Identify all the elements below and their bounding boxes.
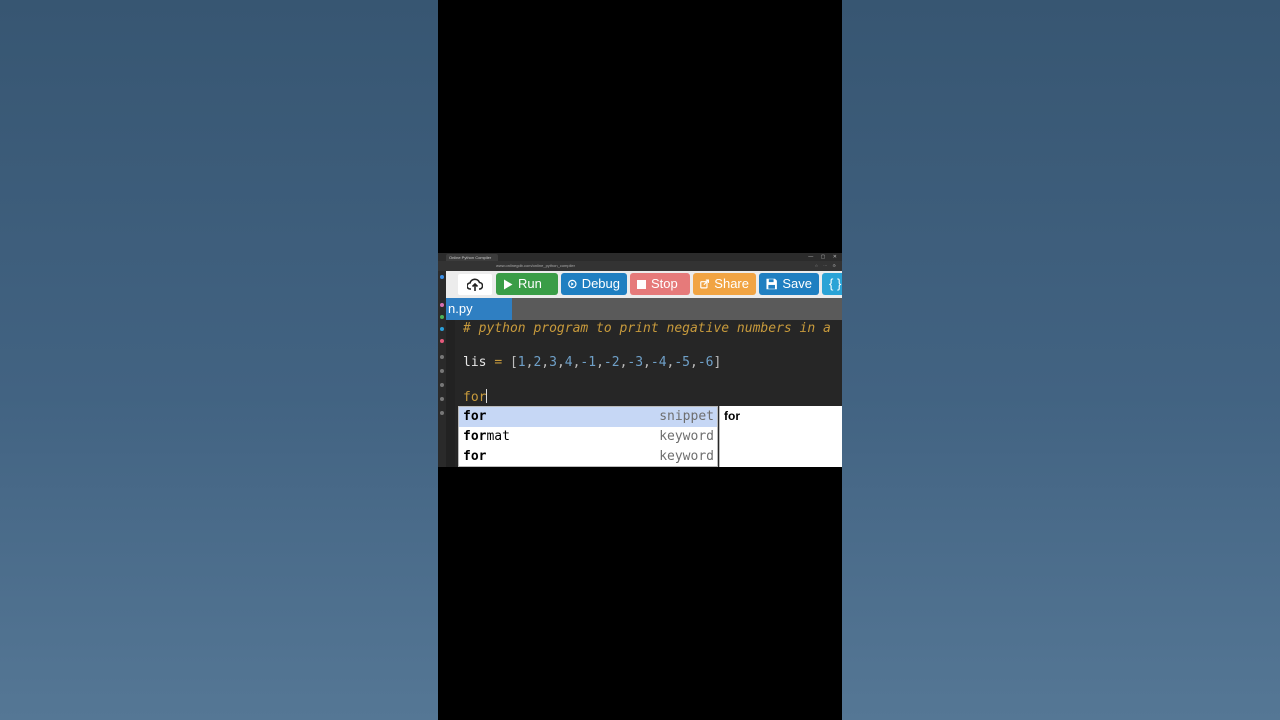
autocomplete-item[interactable]: format keyword [459,427,717,447]
editor-gutter [446,320,455,467]
text-cursor [486,389,488,403]
list-number: -6 [697,355,714,370]
file-tab-main[interactable]: n.py [446,298,512,320]
background-left [0,0,438,720]
sidebar-app-icon[interactable] [440,275,444,279]
autocomplete-popup: for snippet format keyword for keyword [458,406,718,467]
debug-label: Debug [581,276,620,291]
sidebar-app-icon[interactable] [440,397,444,401]
list-number: 4 [564,355,573,370]
autocomplete-label: for [463,409,487,424]
list-number: -2 [603,355,620,370]
list-number: -1 [580,355,597,370]
bracket: [ [509,355,518,370]
code-line-for: for [463,389,488,405]
sidebar-app-icon[interactable] [440,369,444,373]
upload-button[interactable] [458,274,492,295]
list-literal: [1,2,3,4,-1,-2,-3,-4,-5,-6] [510,355,721,370]
file-tab-bar: n.py [446,298,842,320]
stop-label: Stop [651,276,678,291]
comma: , [596,355,604,370]
browser-tab-bar: Online Python Compiler — ▢ ✕ [438,253,842,261]
list-number: -4 [650,355,667,370]
play-icon [504,279,513,289]
address-bar[interactable]: www.onlinegdb.com/online_python_compiler… [438,261,842,271]
sidebar-app-icon[interactable] [440,355,444,359]
code-line-list: lis = [1,2,3,4,-1,-2,-3,-4,-5,-6] [463,355,721,370]
comma: , [643,355,651,370]
screen-recording: Online Python Compiler — ▢ ✕ www.onlineg… [438,253,842,467]
ide-toolbar: Run Debug Stop Share Save {} [446,271,842,298]
list-number: -5 [674,355,691,370]
url-text[interactable]: www.onlinegdb.com/online_python_compiler [496,263,696,269]
stop-icon [637,279,646,289]
comma: , [541,355,550,370]
debug-icon [568,279,577,289]
sidebar-app-icon[interactable] [440,315,444,319]
comma: , [556,355,565,370]
autocomplete-type: snippet [659,409,714,424]
sidebar-app-icon[interactable] [440,383,444,387]
cloud-upload-icon [467,278,483,291]
window-controls[interactable]: — ▢ ✕ [808,253,840,261]
comma: , [690,355,698,370]
run-label: Run [518,276,542,291]
autocomplete-label: for [463,449,487,464]
autocomplete-type: keyword [659,429,714,444]
share-label: Share [714,276,749,291]
share-icon [700,279,710,289]
autocomplete-doc-panel: for [719,406,842,467]
browser-tab[interactable]: Online Python Compiler [446,254,498,261]
video-frame: Online Python Compiler — ▢ ✕ www.onlineg… [438,0,842,720]
sidebar-app-icon[interactable] [440,327,444,331]
list-number: 3 [549,355,557,370]
save-button[interactable]: Save [759,273,819,295]
save-label: Save [782,276,812,291]
doc-title: for [724,409,740,423]
bracket: ] [713,355,722,370]
beautify-button[interactable]: { } B [822,273,842,295]
autocomplete-label: format [463,429,510,444]
stop-button[interactable]: Stop [630,273,690,295]
browser-sidebar [438,271,446,467]
typed-keyword: for [463,390,487,405]
background-right [842,0,1280,720]
autocomplete-item[interactable]: for keyword [459,447,717,467]
assign-operator: = [494,355,503,370]
variable-name: lis [463,355,487,370]
sidebar-app-icon[interactable] [440,303,444,307]
sidebar-app-icon[interactable] [440,411,444,415]
autocomplete-item[interactable]: for snippet [459,407,717,427]
beautify-label: { } B [829,276,842,291]
code-line-comment: # python program to print negative numbe… [463,321,831,336]
sidebar-app-icon[interactable] [440,339,444,343]
floppy-disk-icon [766,278,777,290]
autocomplete-type: keyword [659,449,714,464]
share-button[interactable]: Share [693,273,756,295]
debug-button[interactable]: Debug [561,273,627,295]
list-number: 1 [517,355,526,370]
list-number: -3 [627,355,644,370]
run-button[interactable]: Run [496,273,558,295]
address-bar-icons[interactable]: ☆ ⋯ ⚙ [815,262,838,270]
